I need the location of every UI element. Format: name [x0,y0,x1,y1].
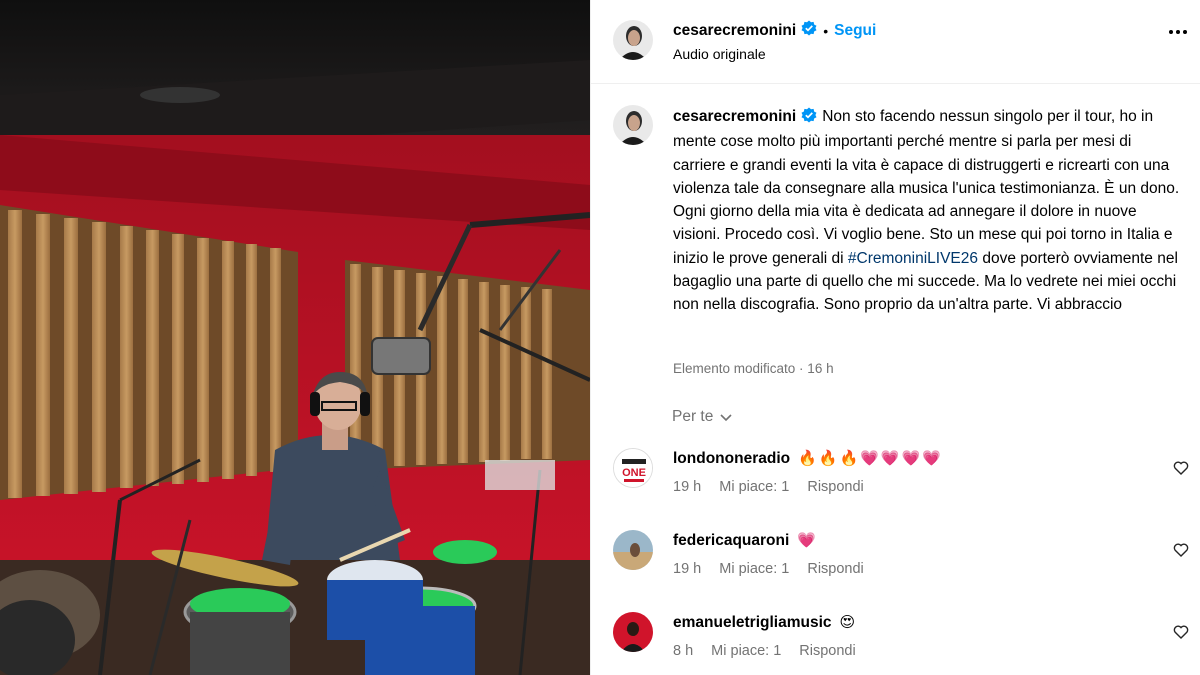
comments-filter-dropdown[interactable]: Per te [672,408,733,426]
edited-timestamp: Elemento modificato · 16 h [673,361,834,376]
comment-item: ONE londononeradio 🔥🔥🔥💗💗💗💗 19 h Mi piace:… [591,448,1200,531]
commenter-username[interactable]: londononeradio [673,450,790,467]
post-media[interactable] [0,0,590,675]
like-comment-heart-icon[interactable] [1173,542,1189,563]
commenter-avatar[interactable] [613,530,653,570]
reply-button[interactable]: Rispondi [799,643,855,659]
post-sidebar: cesarecremonini • Segui Audio originale … [590,0,1200,675]
comment-likes[interactable]: Mi piace: 1 [719,479,789,495]
reply-button[interactable]: Rispondi [807,561,863,577]
svg-text:ONE: ONE [622,467,646,479]
comment-text: 😍 [839,614,858,631]
filter-label: Per te [672,408,714,425]
comment-item: federicaquaroni 💗 19 h Mi piace: 1 Rispon… [591,530,1200,613]
studio-drummer-photo [0,0,590,675]
verified-badge-icon [801,107,817,130]
caption-author-avatar[interactable] [613,105,653,145]
caption-username[interactable]: cesarecremonini [673,108,796,125]
commenter-avatar[interactable]: ONE [613,448,653,488]
header-title-row: cesarecremonini • Segui [673,20,876,41]
author-avatar[interactable] [613,20,653,60]
like-comment-heart-icon[interactable] [1173,460,1189,481]
comment-time[interactable]: 19 h [673,479,701,495]
chevron-down-icon [720,414,732,422]
verified-badge-icon [801,20,817,41]
like-comment-heart-icon[interactable] [1173,624,1189,645]
more-options-icon[interactable] [1169,30,1187,34]
commenter-username[interactable]: emanueletrigliamusic [673,614,832,631]
caption-text-part-1: Non sto facendo nessun singolo per il to… [673,108,1180,267]
commenter-avatar[interactable] [613,612,653,652]
audio-label[interactable]: Audio originale [673,46,766,62]
comment-item: emanueletrigliamusic 😍 8 h Mi piace: 1 Ri… [591,612,1200,675]
comment-text: 💗 [797,532,818,549]
comment-time[interactable]: 8 h [673,643,693,659]
comment-time[interactable]: 19 h [673,561,701,577]
comment-text: 🔥🔥🔥💗💗💗💗 [798,450,943,467]
reply-button[interactable]: Rispondi [807,479,863,495]
follow-button[interactable]: Segui [834,22,876,40]
instagram-post-view: cesarecremonini • Segui Audio originale … [0,0,1200,675]
separator-dot: • [823,22,829,39]
post-header: cesarecremonini • Segui Audio originale [591,0,1200,84]
commenter-username[interactable]: federicaquaroni [673,532,789,549]
author-username[interactable]: cesarecremonini [673,22,796,40]
comment-likes[interactable]: Mi piace: 1 [719,561,789,577]
hashtag-link[interactable]: #CremoniniLIVE26 [848,250,978,267]
comment-likes[interactable]: Mi piace: 1 [711,643,781,659]
post-caption: cesarecremonini Non sto facendo nessun si… [673,105,1183,317]
